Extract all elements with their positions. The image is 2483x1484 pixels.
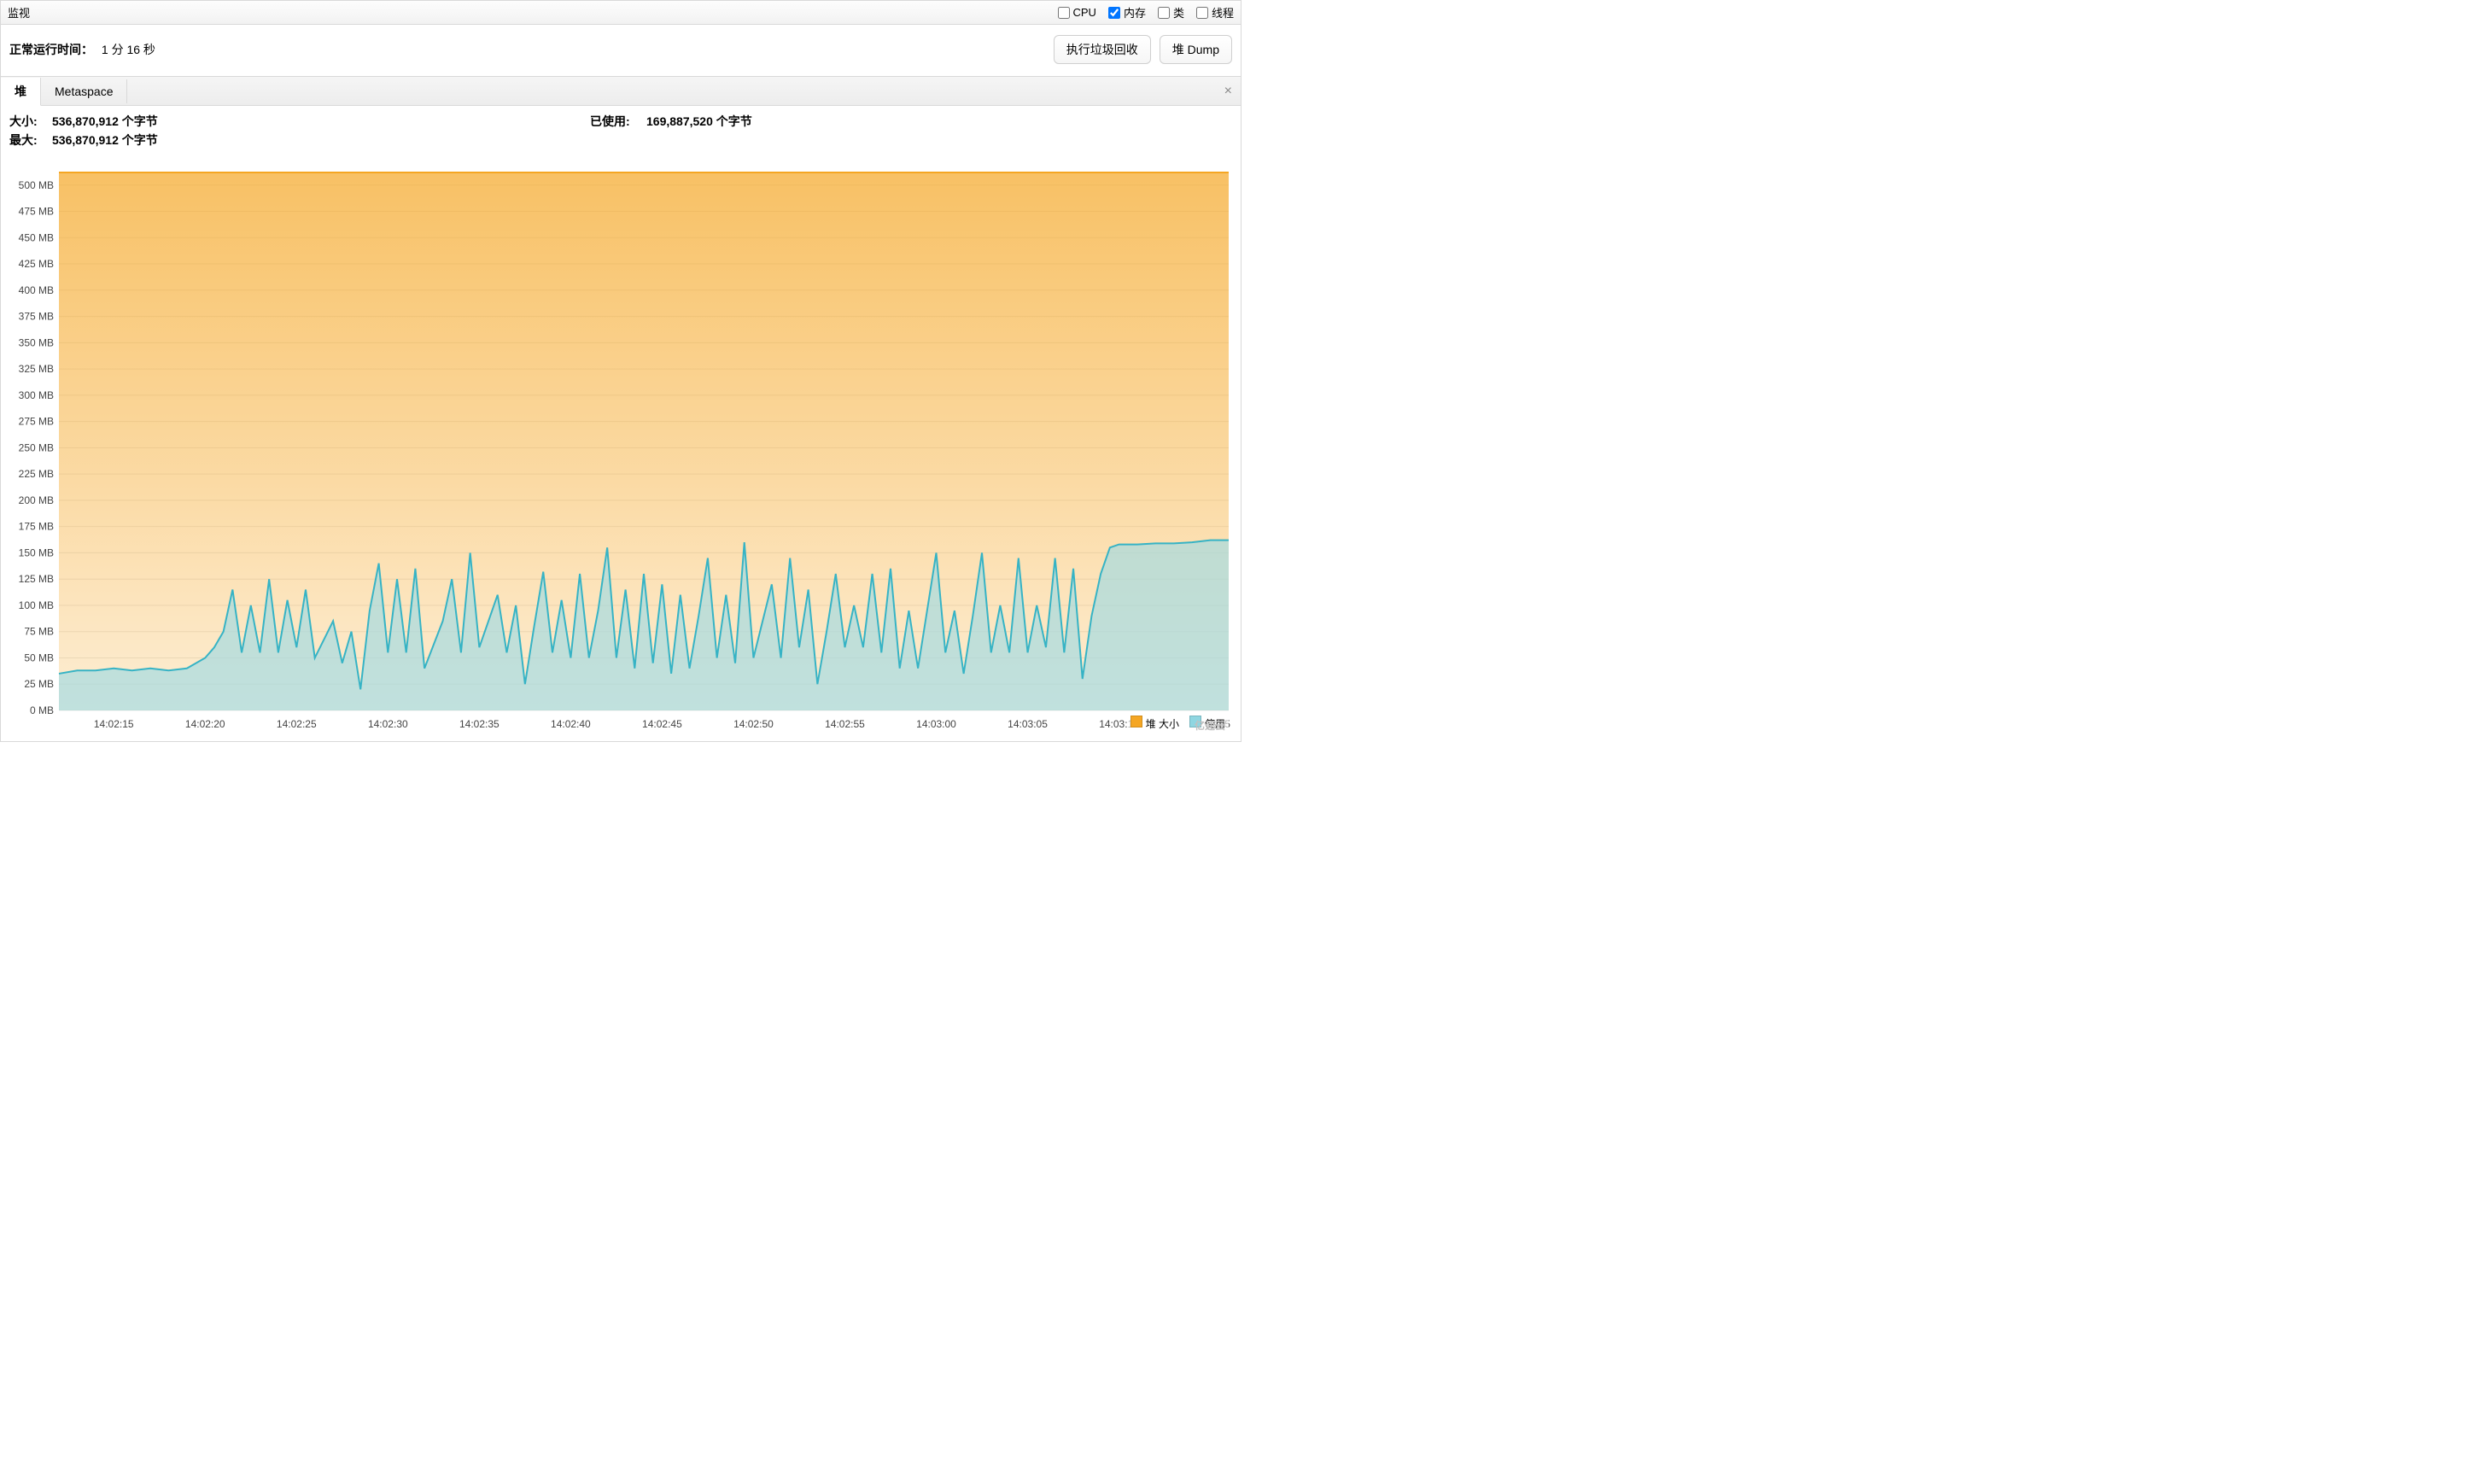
svg-text:25 MB: 25 MB xyxy=(24,678,54,690)
svg-text:375 MB: 375 MB xyxy=(19,311,54,323)
gc-button[interactable]: 执行垃圾回收 xyxy=(1054,35,1151,64)
svg-text:14:02:25: 14:02:25 xyxy=(277,718,317,730)
check-threads-box[interactable] xyxy=(1196,7,1208,19)
svg-text:14:02:20: 14:02:20 xyxy=(185,718,225,730)
svg-text:325 MB: 325 MB xyxy=(19,363,54,375)
svg-text:100 MB: 100 MB xyxy=(19,599,54,611)
stat-size-label: 大小: xyxy=(9,113,47,130)
svg-text:14:02:55: 14:02:55 xyxy=(825,718,865,730)
tab-heap[interactable]: 堆 xyxy=(1,78,41,106)
svg-text:150 MB: 150 MB xyxy=(19,546,54,558)
svg-text:475 MB: 475 MB xyxy=(19,206,54,218)
svg-text:275 MB: 275 MB xyxy=(19,416,54,428)
tab-close-icon[interactable]: × xyxy=(1216,84,1241,99)
check-classes[interactable]: 类 xyxy=(1158,4,1184,20)
stat-max-label: 最大: xyxy=(9,131,47,149)
svg-text:125 MB: 125 MB xyxy=(19,573,54,585)
svg-text:250 MB: 250 MB xyxy=(19,441,54,453)
stat-used-label: 已使用: xyxy=(590,113,641,130)
uptime-row: 正常运行时间： 1 分 16 秒 执行垃圾回收 堆 Dump xyxy=(1,25,1241,76)
svg-text:14:02:15: 14:02:15 xyxy=(94,718,134,730)
svg-text:450 MB: 450 MB xyxy=(19,231,54,243)
check-cpu-box[interactable] xyxy=(1058,7,1070,19)
watermark: 亿速云 xyxy=(1195,718,1225,733)
legend-size-swatch xyxy=(1130,716,1142,727)
tab-metaspace[interactable]: Metaspace xyxy=(41,79,127,103)
stat-used-value: 169,887,520 个字节 xyxy=(646,113,752,130)
heap-stats: 大小: 536,870,912 个字节 最大: 536,870,912 个字节 … xyxy=(1,106,1241,155)
check-memory-box[interactable] xyxy=(1108,7,1120,19)
svg-text:300 MB: 300 MB xyxy=(19,389,54,401)
heap-chart: 0 MB 25 MB 50 MB 75 MB 100 MB 125 MB 150 MB 175… xyxy=(8,155,1234,734)
heap-chart-svg: 0 MB 25 MB 50 MB 75 MB 100 MB 125 MB 150 MB 175… xyxy=(8,155,1234,734)
uptime-label: 正常运行时间： xyxy=(9,43,93,56)
svg-text:14:02:45: 14:02:45 xyxy=(642,718,682,730)
heap-dump-button[interactable]: 堆 Dump xyxy=(1160,35,1232,64)
svg-text:425 MB: 425 MB xyxy=(19,258,54,270)
check-threads-label: 线程 xyxy=(1212,4,1234,20)
check-cpu[interactable]: CPU xyxy=(1058,6,1096,19)
svg-text:500 MB: 500 MB xyxy=(19,179,54,191)
stat-size-value: 536,870,912 个字节 xyxy=(52,113,158,130)
svg-text:14:02:30: 14:02:30 xyxy=(368,718,408,730)
check-memory[interactable]: 内存 xyxy=(1108,4,1146,20)
monitor-header: 监视 CPU 内存 类 线程 xyxy=(1,1,1241,25)
svg-text:175 MB: 175 MB xyxy=(19,521,54,533)
check-cpu-label: CPU xyxy=(1073,6,1096,19)
svg-text:50 MB: 50 MB xyxy=(24,651,54,663)
svg-text:14:02:40: 14:02:40 xyxy=(551,718,591,730)
svg-text:14:03:05: 14:03:05 xyxy=(1008,718,1048,730)
check-threads[interactable]: 线程 xyxy=(1196,4,1234,20)
check-classes-box[interactable] xyxy=(1158,7,1170,19)
svg-text:14:03:00: 14:03:00 xyxy=(916,718,956,730)
svg-text:14:02:35: 14:02:35 xyxy=(459,718,500,730)
svg-text:75 MB: 75 MB xyxy=(24,626,54,638)
svg-text:350 MB: 350 MB xyxy=(19,336,54,348)
monitor-type-checks: CPU 内存 类 线程 xyxy=(1058,4,1235,20)
legend-size-label: 堆 大小 xyxy=(1146,718,1179,730)
uptime-value: 1 分 16 秒 xyxy=(102,43,155,56)
svg-text:0 MB: 0 MB xyxy=(30,704,54,716)
check-memory-label: 内存 xyxy=(1124,4,1146,20)
svg-text:400 MB: 400 MB xyxy=(19,284,54,296)
heap-tabs: 堆 Metaspace × xyxy=(1,76,1241,106)
stat-max-value: 536,870,912 个字节 xyxy=(52,131,158,149)
svg-text:225 MB: 225 MB xyxy=(19,468,54,480)
svg-text:200 MB: 200 MB xyxy=(19,494,54,506)
check-classes-label: 类 xyxy=(1173,4,1184,20)
monitor-title: 监视 xyxy=(8,4,30,20)
svg-text:14:02:50: 14:02:50 xyxy=(733,718,774,730)
